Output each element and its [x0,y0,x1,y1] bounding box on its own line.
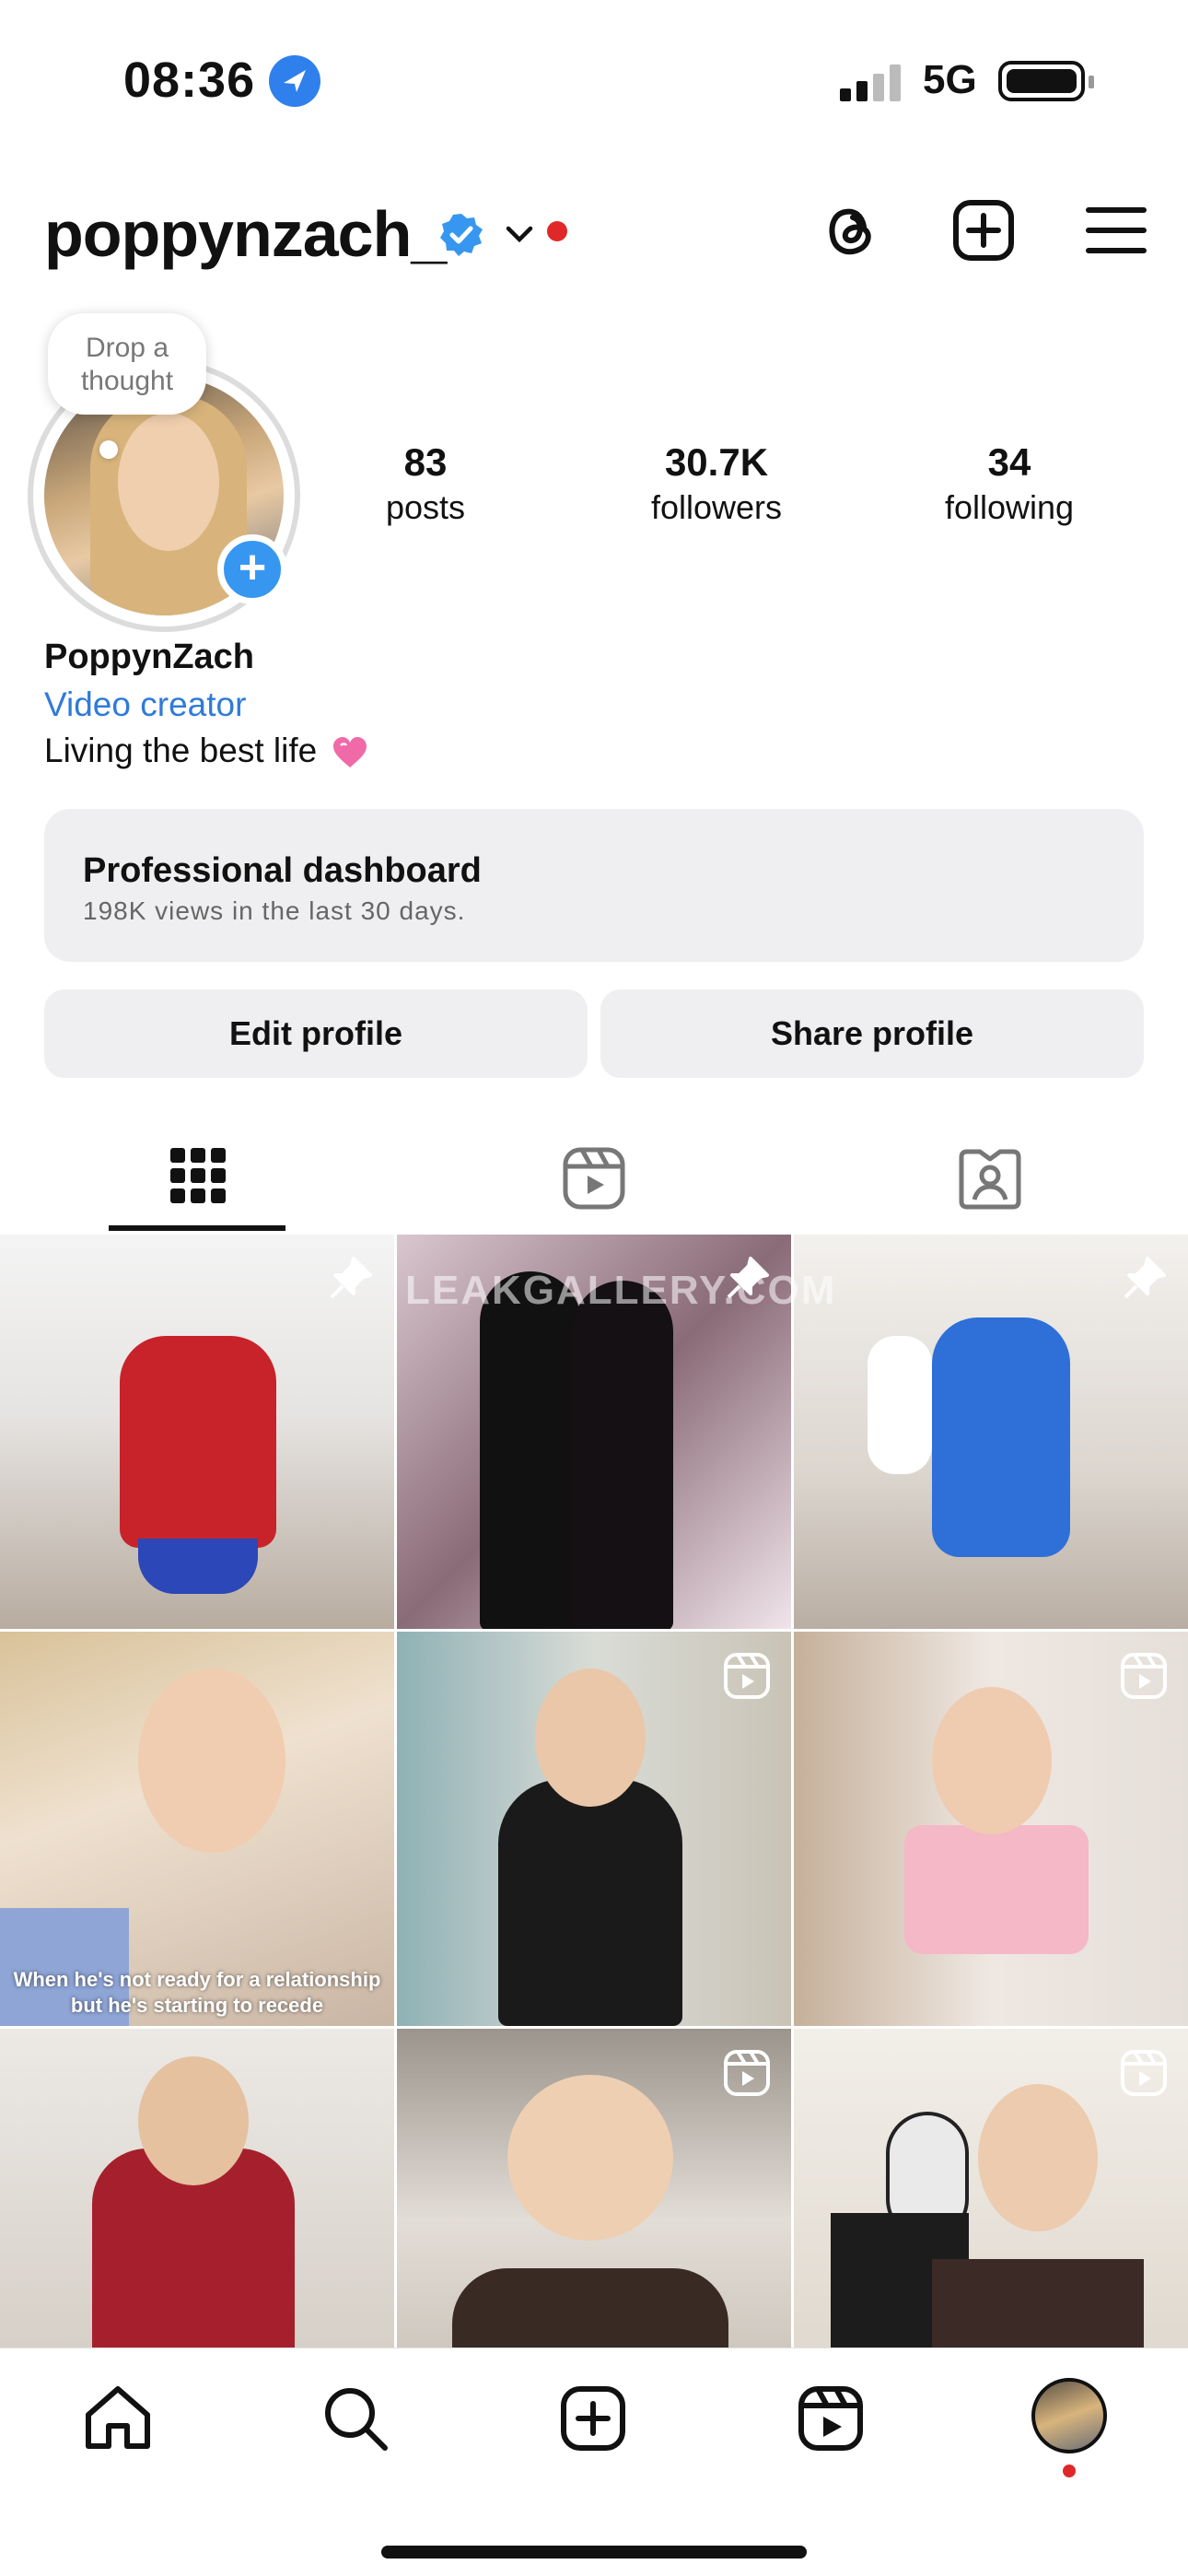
reel-caption: When he's not ready for a relationship b… [13,1968,381,2017]
search-icon[interactable] [319,2382,392,2455]
stat-following[interactable]: 34 following [908,440,1111,527]
tab-reels[interactable] [396,1130,792,1231]
bubble-line-2: thought [80,366,174,396]
post-tile[interactable] [397,1632,791,2026]
category-link[interactable]: Video creator [44,685,368,732]
post-tile[interactable] [794,1235,1188,1629]
home-indicator [381,2546,807,2558]
post-tile[interactable] [794,2029,1188,2348]
posts-count: 83 [403,440,448,484]
following-label: following [944,488,1075,526]
dashboard-title: Professional dashboard [83,851,482,890]
status-bar: 08:36 5G [0,52,1188,111]
username[interactable]: poppynzach_ [44,197,447,271]
battery-icon [998,61,1094,101]
reels-icon [563,1147,625,1210]
create-icon[interactable] [556,2382,630,2455]
menu-icon[interactable] [1079,193,1153,267]
reel-icon [1121,1653,1167,1699]
dashboard-subtitle: 198K views in the last 30 days. [83,896,466,925]
bottom-navigation [0,2348,1188,2576]
grid-icon [170,1148,226,1203]
post-tile[interactable]: When he's not ready for a relationship b… [0,1632,394,2026]
pin-icon [330,1257,372,1299]
create-post-icon[interactable] [947,193,1020,267]
bio-section: PoppynZach Video creator Living the best… [44,638,368,770]
active-tab-indicator [109,1225,285,1231]
bubble-tail [99,440,118,459]
followers-count: 30.7K [664,440,769,484]
reel-icon [724,2050,770,2096]
tagged-icon [959,1149,1021,1210]
post-tile[interactable] [794,1632,1188,2026]
cellular-signal-icon [840,64,901,101]
stat-followers[interactable]: 30.7K followers [615,440,818,527]
location-arrow-icon [269,55,320,107]
posts-grid: When he's not ready for a relationship b… [0,1235,1188,2348]
tab-grid[interactable] [0,1130,396,1231]
bio-text: Living the best life [44,732,368,770]
bubble-line-1: Drop a [85,333,169,363]
posts-label: posts [385,488,466,526]
followers-label: followers [650,488,783,526]
bio-text-content: Living the best life [44,732,318,769]
reel-icon [1121,2050,1167,2096]
pink-heart-icon [333,737,367,768]
profile-header: poppynzach_ [44,193,1147,276]
watermark-text: LEAKGALLERY.COM [405,1268,837,1313]
notification-dot [547,221,567,241]
share-profile-button[interactable]: Share profile [600,989,1144,1078]
chevron-down-icon[interactable] [501,216,538,252]
display-name: PoppynZach [44,638,255,676]
verified-badge-icon [440,214,483,256]
post-tile[interactable] [397,2029,791,2348]
drop-a-thought-bubble[interactable]: Drop a thought [48,313,206,415]
post-tile[interactable] [0,2029,394,2348]
network-type: 5G [923,57,977,102]
profile-tab-avatar[interactable] [1031,2378,1107,2453]
post-tile[interactable] [0,1235,394,1629]
threads-icon[interactable] [816,193,890,267]
stat-posts[interactable]: 83 posts [324,440,527,527]
reels-icon[interactable] [794,2382,868,2455]
profile-notification-dot [1063,2465,1076,2477]
pin-icon [1124,1257,1166,1299]
professional-dashboard[interactable]: Professional dashboard 198K views in the… [44,809,1144,962]
tab-tagged[interactable] [792,1130,1188,1231]
following-count: 34 [987,440,1031,484]
reel-icon [724,1653,770,1699]
status-time: 08:36 [123,53,256,108]
home-icon[interactable] [81,2382,155,2455]
edit-profile-button[interactable]: Edit profile [44,989,588,1078]
add-story-button[interactable]: + [217,534,287,604]
